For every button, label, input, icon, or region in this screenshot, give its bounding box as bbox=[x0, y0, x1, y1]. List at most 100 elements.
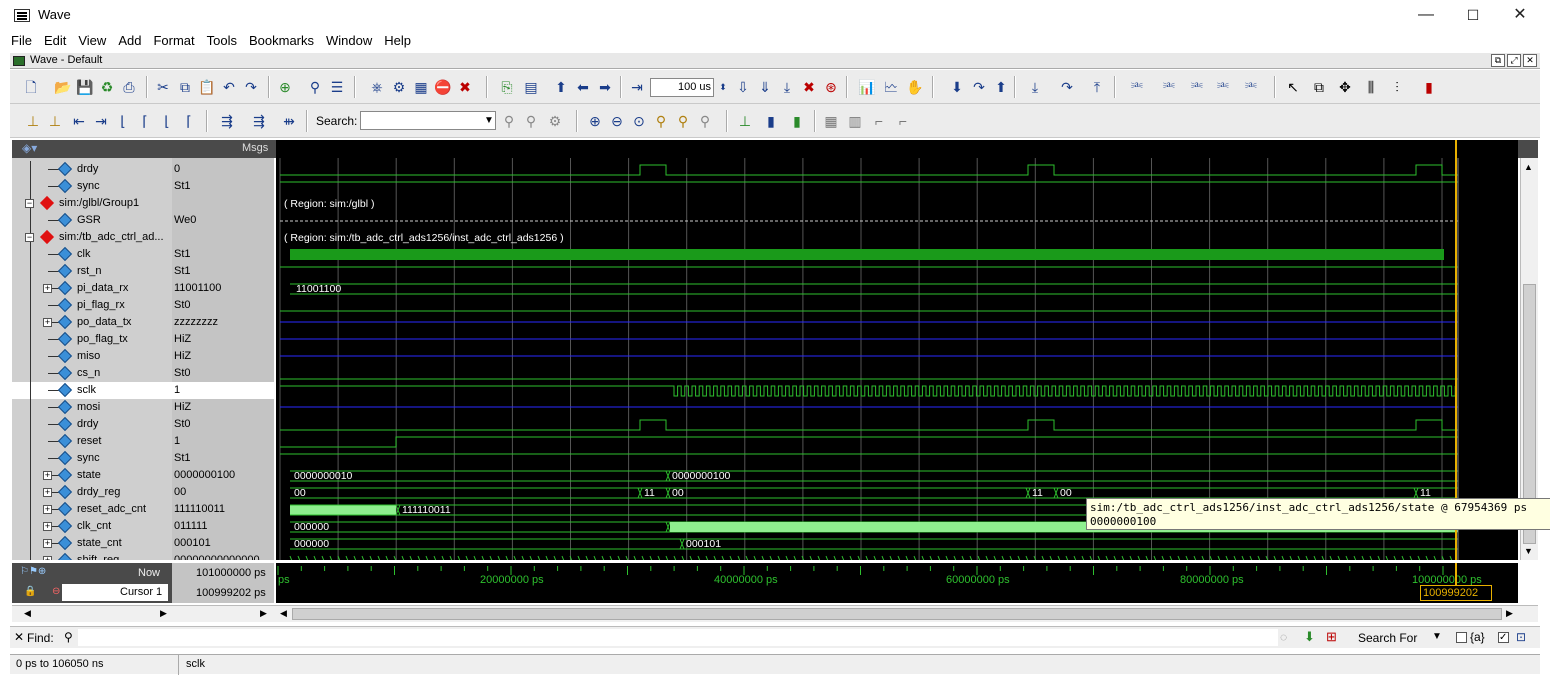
signal-row[interactable]: + state_cnt bbox=[12, 535, 172, 552]
zoom-in-icon[interactable]: ⊕ bbox=[586, 112, 604, 130]
cursor-delete-icon[interactable]: ⊥ bbox=[46, 112, 64, 130]
search-input[interactable] bbox=[360, 111, 496, 130]
find-binoculars-icon[interactable]: ⚲ bbox=[64, 630, 73, 644]
horizontal-scroll-thumb[interactable] bbox=[292, 608, 1502, 620]
wave-format-1-icon[interactable]: ⊥ bbox=[736, 112, 754, 130]
stop-icon[interactable]: ✖ bbox=[456, 78, 474, 96]
expand-icon[interactable]: + bbox=[43, 522, 52, 531]
group-row[interactable]: − sim:/tb_adc_ctrl_ad... bbox=[12, 229, 172, 246]
wave-style-4-icon[interactable]: ⌐ bbox=[894, 112, 912, 130]
signal-row[interactable]: + shift_reg bbox=[12, 552, 172, 560]
print-icon[interactable]: ⎙ bbox=[120, 78, 138, 96]
cursor-lock-icon[interactable]: 🔒 bbox=[24, 586, 36, 597]
cursor-name[interactable]: Cursor 1 bbox=[62, 584, 168, 601]
compile-all-icon[interactable]: ⚙ bbox=[390, 78, 408, 96]
zoom-full-icon[interactable]: ⊙ bbox=[630, 112, 648, 130]
edge-next-2-icon[interactable]: ⌈ bbox=[180, 112, 198, 130]
add-icon[interactable]: ⊕ bbox=[276, 78, 294, 96]
signal-row[interactable]: sync bbox=[12, 450, 172, 467]
wave-scroll-right-icon[interactable]: ▶ bbox=[1506, 608, 1513, 619]
menu-view[interactable]: View bbox=[72, 30, 112, 48]
undo-icon[interactable]: ↶ bbox=[220, 78, 238, 96]
close-button[interactable]: ✕ bbox=[1502, 4, 1538, 26]
cut-icon[interactable]: ✂ bbox=[154, 78, 172, 96]
compile-icon[interactable]: ⎈ bbox=[368, 78, 386, 96]
edge-prev-2-icon[interactable]: ⌊ bbox=[158, 112, 176, 130]
break-run-icon[interactable]: ✖ bbox=[800, 78, 818, 96]
collapse-icon[interactable]: − bbox=[25, 199, 34, 208]
run-icon[interactable]: ⇩ bbox=[734, 78, 752, 96]
copy-icon[interactable]: ⧉ bbox=[176, 78, 194, 96]
name-scroll-right-icon[interactable]: ▶ bbox=[160, 608, 167, 619]
step-over-icon[interactable]: ↷ bbox=[970, 78, 988, 96]
performance-icon[interactable]: 📊 bbox=[858, 78, 876, 96]
maximize-button[interactable]: ☐ bbox=[1455, 4, 1491, 26]
save-icon[interactable]: 💾 bbox=[76, 78, 94, 96]
name-scroll-left-icon[interactable]: ◀ bbox=[24, 608, 31, 619]
cursor-delete-icon[interactable]: ⊖ bbox=[52, 586, 60, 597]
memory-icon[interactable]: 🗠 bbox=[882, 78, 900, 96]
menu-help[interactable]: Help bbox=[378, 30, 417, 48]
cursor-add-icon[interactable]: ⊥ bbox=[24, 112, 42, 130]
expand-icon[interactable]: + bbox=[43, 488, 52, 497]
find-extra-icon[interactable]: ⊡ bbox=[1516, 630, 1526, 644]
insert-breakpoint-icon[interactable]: ⇻ bbox=[280, 112, 298, 130]
run-all-icon[interactable]: ⤓ bbox=[778, 78, 796, 96]
pan-icon[interactable]: ✥ bbox=[1336, 78, 1354, 96]
menu-file[interactable]: File bbox=[0, 30, 38, 48]
signal-row[interactable]: + clk_cnt bbox=[12, 518, 172, 535]
zoom-range-icon[interactable]: ⚲ bbox=[696, 112, 714, 130]
paste-icon[interactable]: 📋 bbox=[198, 78, 216, 96]
expand-icon[interactable]: + bbox=[43, 505, 52, 514]
wave-format-2-icon[interactable]: ▮ bbox=[762, 112, 780, 130]
wave-format-3-icon[interactable]: ▮ bbox=[788, 112, 806, 130]
step-out-2-icon[interactable]: ⤒ bbox=[1088, 78, 1106, 96]
back-icon[interactable]: ⬅ bbox=[574, 78, 592, 96]
scroll-down-icon[interactable]: ▼ bbox=[1524, 546, 1533, 556]
signal-row[interactable]: drdy bbox=[12, 416, 172, 433]
signal-row[interactable]: drdy bbox=[12, 161, 172, 178]
now-icons[interactable]: ⚐⚑⊕ bbox=[20, 566, 46, 577]
wave-edit-1-icon[interactable]: ⎃ bbox=[1128, 78, 1146, 96]
signal-row[interactable]: reset bbox=[12, 433, 172, 450]
stop-mode-icon[interactable]: ▮ bbox=[1420, 78, 1438, 96]
signal-row[interactable]: clk bbox=[12, 246, 172, 263]
minimize-button[interactable]: — bbox=[1408, 4, 1444, 26]
search-for-chevron-icon[interactable]: ▼ bbox=[1432, 631, 1442, 642]
edge-prev-icon[interactable]: ⇤ bbox=[70, 112, 88, 130]
wave-scroll-left-icon[interactable]: ◀ bbox=[280, 608, 287, 619]
case-checkbox[interactable]: ✓ bbox=[1498, 632, 1509, 643]
find-options-icon[interactable]: ⊞ bbox=[1326, 629, 1337, 645]
wave-edit-3-icon[interactable]: ⎃ bbox=[1188, 78, 1206, 96]
wave-style-2-icon[interactable]: ▥ bbox=[846, 112, 864, 130]
menu-bookmarks[interactable]: Bookmarks bbox=[243, 30, 320, 48]
find-clear-icon[interactable]: ◌ bbox=[1280, 630, 1287, 644]
time-axis[interactable]: ps 20000000 ps 40000000 ps 60000000 ps 80000… bbox=[276, 563, 1518, 603]
break-icon[interactable]: ⛔ bbox=[434, 78, 452, 96]
edge-next-icon[interactable]: ⇥ bbox=[92, 112, 110, 130]
dock-icon[interactable]: ⧉ bbox=[1491, 54, 1505, 67]
expand-icon[interactable]: + bbox=[43, 318, 52, 327]
signal-row[interactable]: po_flag_tx bbox=[12, 331, 172, 348]
hand-icon[interactable]: ✋ bbox=[906, 78, 924, 96]
wave-edit-4-icon[interactable]: ⎃ bbox=[1214, 78, 1232, 96]
spin-icon[interactable]: ⬍ bbox=[714, 78, 732, 96]
find-close-icon[interactable]: ✕ bbox=[14, 630, 24, 644]
close-subwindow-icon[interactable]: ✕ bbox=[1523, 54, 1537, 67]
falling-edge-icon[interactable]: ⌊ bbox=[114, 112, 132, 130]
menu-edit[interactable]: Edit bbox=[38, 30, 72, 48]
new-file-icon[interactable]: 🗋 bbox=[22, 78, 40, 96]
signal-row[interactable]: + drdy_reg bbox=[12, 484, 172, 501]
find-binoculars-icon[interactable]: ⚲ bbox=[306, 78, 324, 96]
menu-add[interactable]: Add bbox=[112, 30, 147, 48]
search-next-icon[interactable]: ⚲ bbox=[522, 112, 540, 130]
signal-row[interactable]: rst_n bbox=[12, 263, 172, 280]
expand-icon[interactable]: + bbox=[43, 471, 52, 480]
signal-row[interactable]: cs_n bbox=[12, 365, 172, 382]
rising-edge-icon[interactable]: ⌈ bbox=[136, 112, 154, 130]
hierarchy-menu-icon[interactable]: ◈▾ bbox=[22, 141, 37, 155]
reload-icon[interactable]: ♻ bbox=[98, 78, 116, 96]
signal-row[interactable]: pi_flag_rx bbox=[12, 297, 172, 314]
group-row[interactable]: − sim:/glbl/Group1 bbox=[12, 195, 172, 212]
zoom-out-icon[interactable]: ⊖ bbox=[608, 112, 626, 130]
